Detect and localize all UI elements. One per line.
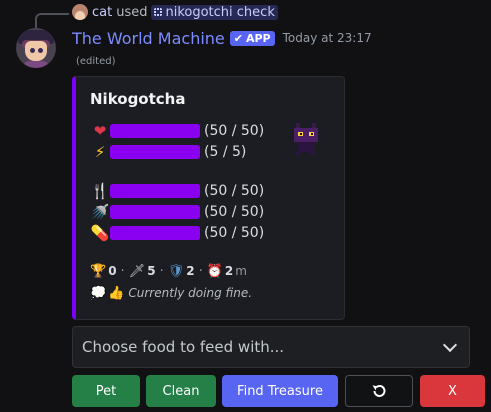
clean-button[interactable]: Clean — [146, 375, 216, 407]
separator-dot: · — [120, 263, 125, 279]
attack-count: 5 — [147, 264, 156, 278]
reply-used-text: used — [116, 4, 148, 20]
alarm-clock-icon: ⏰ — [206, 263, 223, 279]
message-header: The World Machine ✔ APP Today at 23:17 — [72, 27, 372, 49]
hunger-bar — [110, 184, 200, 198]
shower-icon: 🚿 — [90, 203, 110, 221]
hunger-value: (50 / 50) — [204, 183, 265, 199]
mood-text: Currently doing fine. — [128, 286, 253, 300]
refresh-icon — [372, 384, 386, 397]
time-value: 2 — [224, 264, 234, 278]
chevron-down-icon — [442, 337, 458, 353]
cleanliness-bar — [110, 205, 200, 219]
separator-dot: · — [198, 263, 203, 279]
embed-title: Nikogotcha — [90, 90, 186, 108]
health-bar — [110, 124, 200, 138]
edited-marker: (edited) — [76, 56, 116, 67]
dagger-icon: 🗡 — [128, 263, 146, 279]
thought-bubble-icon: 💭 — [90, 285, 107, 301]
food-select[interactable]: Choose food to feed with... — [72, 326, 470, 368]
pet-button[interactable]: Pet — [72, 375, 140, 407]
reply-context[interactable]: cat used nikogotchi check — [72, 2, 278, 22]
counters-row: 🏆 0 · 🗡 5 · 🛡 2 · ⏰ 2m — [90, 261, 247, 281]
nikogotchi-embed: Nikogotcha ❤ (50 / 50) ⚡ (5 / 5) 🍴 (50 /… — [72, 76, 345, 320]
time-unit: m — [235, 264, 247, 278]
cleanliness-value: (50 / 50) — [204, 204, 265, 220]
energy-value: (5 / 5) — [204, 144, 247, 160]
find-treasure-button[interactable]: Find Treasure — [222, 375, 338, 407]
nikogotchi-sprite — [294, 123, 318, 155]
health-stat: ❤ (50 / 50) — [90, 121, 264, 141]
hunger-stat: 🍴 (50 / 50) — [90, 181, 265, 201]
food-select-placeholder: Choose food to feed with... — [82, 338, 285, 356]
refresh-button[interactable] — [345, 375, 413, 407]
separator-dot: · — [159, 263, 164, 279]
trophy-icon: 🏆 — [90, 263, 107, 279]
app-badge-label: APP — [245, 31, 271, 45]
fork-knife-icon: 🍴 — [90, 182, 110, 200]
reply-connector — [35, 13, 69, 29]
health-value: (50 / 50) — [204, 123, 265, 139]
medicine-stat: 💊 (50 / 50) — [90, 223, 265, 243]
defense-count: 2 — [186, 264, 195, 278]
verified-check-icon: ✔ — [233, 31, 243, 45]
command-chip[interactable]: nikogotchi check — [151, 4, 278, 20]
shield-icon: 🛡 — [167, 263, 185, 279]
slash-command-icon — [154, 8, 163, 16]
author-name[interactable]: The World Machine — [72, 29, 225, 48]
mood-row: 💭 👍 Currently doing fine. — [90, 283, 252, 303]
command-name: nikogotchi check — [165, 4, 275, 20]
energy-bar — [110, 145, 200, 159]
pill-icon: 💊 — [90, 224, 110, 242]
thumbs-up-icon: 👍 — [108, 285, 125, 301]
bot-avatar[interactable] — [16, 28, 56, 68]
trophy-count: 0 — [108, 264, 117, 278]
reply-username[interactable]: cat — [92, 5, 112, 20]
lightning-icon: ⚡ — [94, 143, 106, 161]
medicine-bar — [110, 226, 200, 240]
medicine-value: (50 / 50) — [204, 225, 265, 241]
message-timestamp[interactable]: Today at 23:17 — [283, 31, 372, 45]
energy-stat: ⚡ (5 / 5) — [90, 142, 247, 162]
app-badge: ✔ APP — [229, 30, 275, 46]
close-button[interactable]: X — [420, 375, 485, 407]
reply-user-avatar[interactable] — [72, 4, 88, 20]
heart-icon: ❤ — [93, 122, 107, 140]
cleanliness-stat: 🚿 (50 / 50) — [90, 202, 265, 222]
